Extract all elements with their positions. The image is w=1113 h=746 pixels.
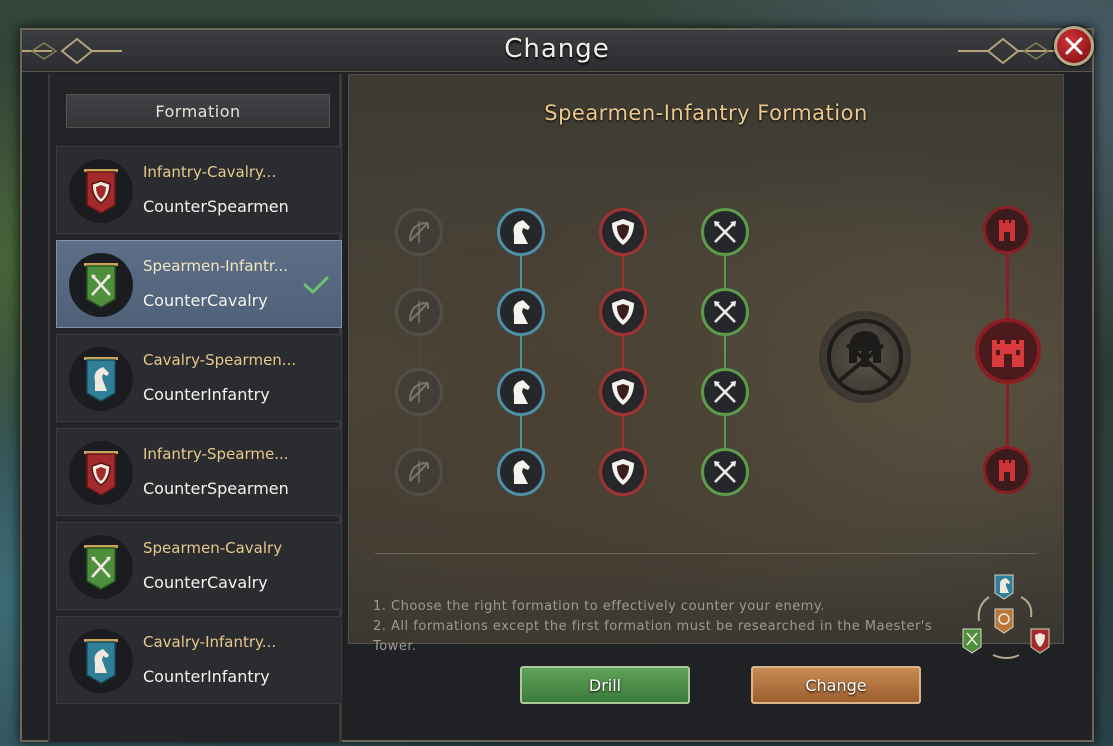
cavalry-unit — [497, 208, 545, 256]
banner-frame — [69, 629, 133, 693]
close-button[interactable] — [1054, 26, 1094, 66]
infantry-unit — [599, 448, 647, 496]
horse-icon — [513, 220, 530, 244]
castle-tower-icon — [999, 220, 1015, 241]
crossed-spears-icon — [714, 221, 736, 243]
crossed-spears-icon — [714, 461, 736, 483]
spearmen-unit — [701, 368, 749, 416]
crossed-spears-icon — [714, 381, 736, 403]
infantry-unit — [599, 288, 647, 336]
infantry-unit — [599, 208, 647, 256]
formation-counter: CounterSpearmen — [143, 479, 289, 498]
spartan-helmet-icon — [827, 319, 903, 395]
close-icon — [1065, 37, 1083, 55]
formation-counter: CounterInfantry — [143, 667, 270, 686]
formation-counter: CounterCavalry — [143, 291, 268, 310]
formation-item-infantry-cavalry[interactable]: Infantry-Cavalry... CounterSpearmen — [56, 146, 342, 234]
formation-counter: CounterInfantry — [143, 385, 270, 404]
formation-name: Infantry-Cavalry... — [143, 163, 277, 181]
horse-icon — [513, 460, 530, 484]
change-button[interactable]: Change — [751, 666, 921, 704]
green-banner-icon — [84, 263, 118, 308]
tower-large-center — [975, 318, 1041, 384]
archer-unit — [395, 288, 443, 336]
formation-item-spearmen-cavalry[interactable]: Spearmen-Cavalry CounterCavalry — [56, 522, 342, 610]
cavalry-unit — [497, 448, 545, 496]
horse-icon — [513, 380, 530, 404]
shield-icon — [612, 459, 634, 485]
formation-name: Cavalry-Spearmen... — [143, 351, 297, 369]
formation-item-cavalry-infantry[interactable]: Cavalry-Infantry... CounterInfantry — [56, 616, 342, 704]
formation-preview-panel: Spearmen-Infantry Formation 1. Choose th… — [348, 74, 1064, 659]
change-formation-window: Change Formation Infantry-Cavalry... Cou… — [20, 26, 1094, 742]
archer-unit — [395, 208, 443, 256]
section-divider — [375, 553, 1037, 554]
green-banner-icon — [84, 545, 118, 590]
red-banner-icon — [84, 451, 118, 496]
spearmen-unit — [701, 208, 749, 256]
castle-icon — [992, 340, 1024, 367]
infantry-column-line — [622, 227, 624, 465]
banner-frame — [69, 535, 133, 599]
spearmen-unit — [701, 288, 749, 336]
castle-tower-icon — [999, 460, 1015, 481]
shield-icon — [612, 299, 634, 325]
tower-small-bottom — [983, 446, 1031, 494]
drill-button[interactable]: Drill — [520, 666, 690, 704]
formation-header: Formation — [66, 94, 330, 128]
general-emblem — [819, 311, 911, 403]
banner-frame — [69, 347, 133, 411]
teal-banner-icon — [84, 639, 118, 684]
banner-frame — [69, 253, 133, 317]
formation-name: Cavalry-Infantry... — [143, 633, 277, 651]
crossed-spears-icon — [714, 301, 736, 323]
archer-unit — [395, 368, 443, 416]
archer-column-line — [419, 227, 421, 465]
banner-frame — [69, 441, 133, 505]
red-banner-icon — [84, 169, 118, 214]
formation-name: Spearmen-Infantr... — [143, 257, 289, 275]
window-title: Change — [504, 34, 610, 64]
spear-column-line — [724, 227, 726, 465]
banner-frame — [69, 159, 133, 223]
formation-title: Spearmen-Infantry Formation — [544, 101, 868, 125]
formation-name: Spearmen-Cavalry — [143, 539, 283, 557]
tip-line: 1. Choose the right formation to effecti… — [373, 599, 825, 614]
formation-item-cavalry-spearmen[interactable]: Cavalry-Spearmen... CounterInfantry — [56, 334, 342, 422]
tip-line: 2. All formations except the first forma… — [373, 619, 933, 654]
shield-icon — [612, 379, 634, 405]
shield-icon — [612, 219, 634, 245]
counter-cycle-icon — [962, 574, 1050, 659]
formation-item-infantry-spearmen[interactable]: Infantry-Spearme... CounterSpearmen — [56, 428, 342, 516]
formation-counter: CounterSpearmen — [143, 197, 289, 216]
tower-small-top — [983, 206, 1031, 254]
bow-icon — [409, 301, 429, 323]
formation-tips: 1. Choose the right formation to effecti… — [373, 597, 933, 657]
bow-icon — [409, 461, 429, 483]
bow-icon — [409, 381, 429, 403]
spearmen-unit — [701, 448, 749, 496]
cavalry-column-line — [520, 227, 522, 465]
cavalry-unit — [497, 368, 545, 416]
formation-item-spearmen-infantry[interactable]: Spearmen-Infantr... CounterCavalry — [56, 240, 342, 328]
title-bar: Change — [22, 26, 1094, 72]
formation-name: Infantry-Spearme... — [143, 445, 289, 463]
bow-icon — [409, 221, 429, 243]
formation-sidebar: Formation Infantry-Cavalry... CounterSpe… — [48, 74, 342, 742]
archer-unit — [395, 448, 443, 496]
formation-counter: CounterCavalry — [143, 573, 268, 592]
selected-check-icon — [303, 276, 329, 295]
horse-icon — [513, 300, 530, 324]
cavalry-unit — [497, 288, 545, 336]
teal-banner-icon — [84, 357, 118, 402]
title-ornament-right-icon — [958, 37, 1058, 65]
infantry-unit — [599, 368, 647, 416]
